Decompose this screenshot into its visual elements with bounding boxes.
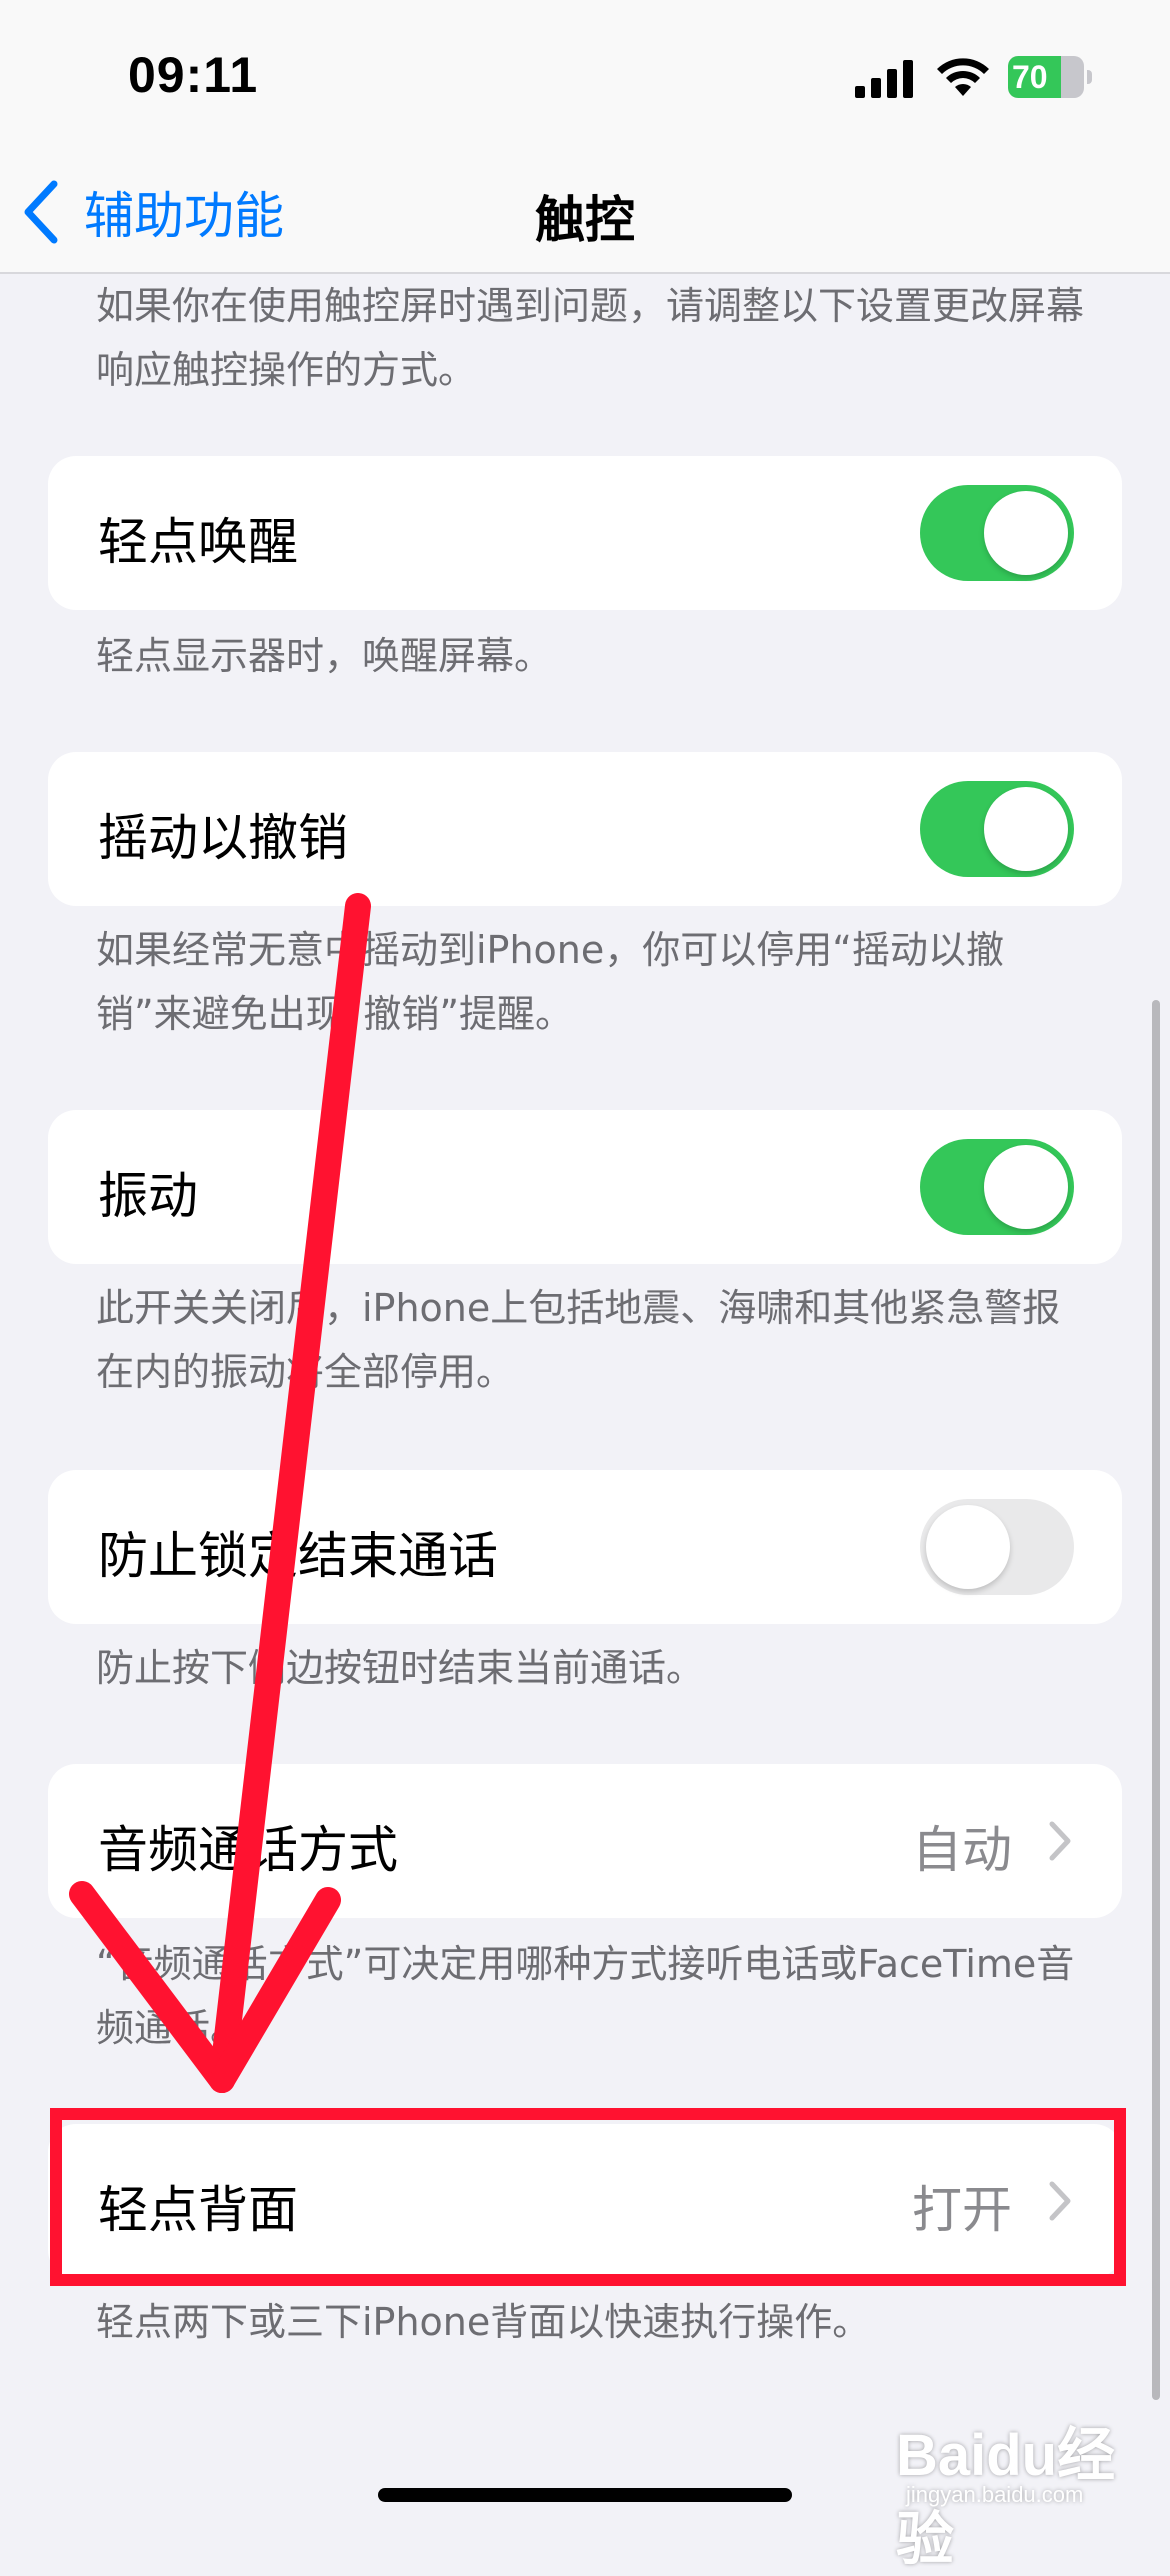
chevron-right-icon (1049, 2181, 1071, 2221)
setting-row-tap-to-wake[interactable]: 轻点唤醒 (48, 456, 1122, 610)
setting-row-vibration[interactable]: 振动 (48, 1110, 1122, 1264)
setting-footer: “音频通话方式”可决定用哪种方式接听电话或FaceTime音频通话。 (96, 1942, 1075, 2050)
battery-cap (1087, 70, 1092, 84)
toggle-knob (926, 1505, 1010, 1589)
home-indicator[interactable] (378, 2488, 792, 2502)
setting-value: 自动 (912, 1821, 1012, 1879)
battery-level-text: 70 (1012, 59, 1048, 95)
toggle-knob (984, 787, 1068, 871)
watermark-logo: Baidu经验 (896, 2423, 1116, 2572)
setting-label: 防止锁定结束通话 (98, 1527, 498, 1585)
battery-indicator: 70 (1008, 56, 1092, 98)
setting-footer: 防止按下侧边按钮时结束当前通话。 (96, 1646, 705, 1690)
setting-footer: 此开关关闭后，iPhone上包括地震、海啸和其他紧急警报在内的振动将全部停用。 (96, 1286, 1061, 1394)
vibration-toggle[interactable] (920, 1139, 1074, 1235)
setting-footer: 轻点显示器时，唤醒屏幕。 (96, 634, 553, 678)
chevron-right-icon (1049, 1821, 1071, 1861)
battery-body: 70 (1008, 56, 1084, 98)
setting-footer: 如果经常无意中摇动到iPhone，你可以停用“摇动以撤销”来避免出现“撤销”提醒… (96, 928, 1004, 1036)
prevent-lock-end-call-toggle[interactable] (920, 1499, 1074, 1595)
status-time: 09:11 (128, 47, 259, 103)
setting-label: 轻点背面 (98, 2181, 298, 2239)
setting-label: 振动 (98, 1167, 198, 1225)
cellular-signal-icon (855, 60, 913, 98)
status-bar: 09:11 70 (0, 0, 1170, 150)
navigation-bar: 辅助功能 触控 (0, 150, 1170, 274)
setting-row-prevent-lock-end-call[interactable]: 防止锁定结束通话 (48, 1470, 1122, 1624)
wifi-icon (937, 58, 989, 96)
baidu-watermark: Baidu经验 jingyan.baidu.com (896, 2408, 1156, 2572)
intro-text: 如果你在使用触控屏时遇到问题，请调整以下设置更改屏幕响应触控操作的方式。 (96, 284, 1085, 392)
shake-to-undo-toggle[interactable] (920, 781, 1074, 877)
tap-to-wake-toggle[interactable] (920, 485, 1074, 581)
setting-label: 音频通话方式 (98, 1821, 398, 1879)
toggle-knob (984, 1145, 1068, 1229)
setting-label: 摇动以撤销 (98, 809, 348, 867)
watermark-url: jingyan.baidu.com (906, 2482, 1084, 2507)
scroll-indicator (1152, 1000, 1160, 2400)
setting-row-back-tap[interactable]: 轻点背面 打开 (48, 2124, 1122, 2278)
setting-value: 打开 (912, 2181, 1012, 2239)
setting-label: 轻点唤醒 (98, 513, 298, 571)
setting-row-call-audio-routing[interactable]: 音频通话方式 自动 (48, 1764, 1122, 1918)
page-title: 触控 (535, 191, 635, 249)
setting-row-shake-to-undo[interactable]: 摇动以撤销 (48, 752, 1122, 906)
toggle-knob (984, 491, 1068, 575)
setting-footer: 轻点两下或三下iPhone背面以快速执行操作。 (96, 2300, 871, 2344)
